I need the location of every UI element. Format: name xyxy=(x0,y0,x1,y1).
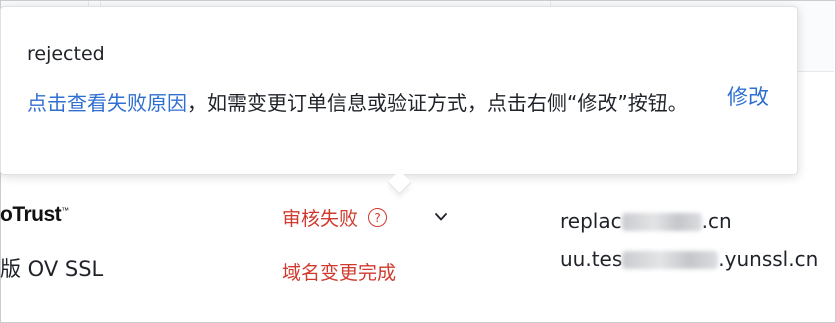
redacted-text xyxy=(622,251,719,269)
brand-logo: oTrust™ xyxy=(0,203,69,226)
status-failed: 审核失败 ? xyxy=(282,204,388,231)
redacted-text xyxy=(621,213,702,231)
domain-change-status: 域名变更完成 xyxy=(282,262,397,284)
chevron-down-icon[interactable] xyxy=(432,208,450,226)
domain-item: uu.tes .yunssl.cn xyxy=(560,247,819,271)
popover-message: 点击查看失败原因，如需变更订单信息或验证方式，点击右侧“修改”按钮。 xyxy=(27,91,688,115)
reject-reason-popover: rejected 点击查看失败原因，如需变更订单信息或验证方式，点击右侧“修改”… xyxy=(0,6,798,195)
product-name: 版 OV SSL xyxy=(0,257,104,281)
popover-title: rejected xyxy=(27,43,105,65)
view-reason-link[interactable]: 点击查看失败原因 xyxy=(27,91,187,115)
domain-item: replac .cn xyxy=(560,209,732,233)
status-label: 审核失败 xyxy=(282,208,359,230)
help-icon[interactable]: ? xyxy=(368,208,388,227)
edit-link[interactable]: 修改 xyxy=(727,81,769,111)
